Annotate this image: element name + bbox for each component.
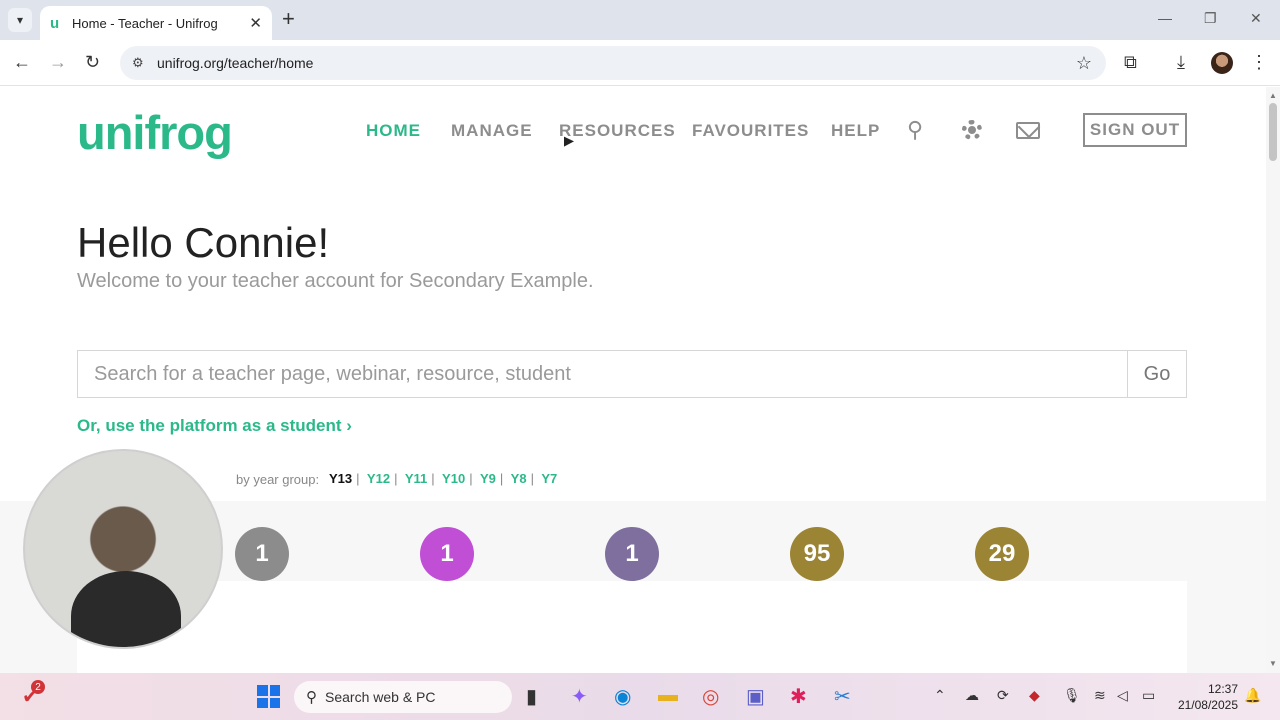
teams-icon[interactable]: ▣ — [746, 684, 765, 709]
profile-avatar[interactable] — [1211, 52, 1233, 74]
stat-circle[interactable]: 95 — [790, 527, 844, 581]
slack-icon[interactable]: ✱ — [790, 684, 807, 709]
year-y7[interactable]: Y7 — [541, 471, 557, 486]
start-button-icon[interactable] — [257, 685, 280, 708]
bookmark-star-icon[interactable]: ☆ — [1076, 53, 1092, 74]
address-bar[interactable]: ⚙ unifrog.org/teacher/home ☆ — [120, 46, 1106, 80]
scroll-down-icon[interactable]: ▼ — [1269, 659, 1277, 668]
back-icon[interactable]: ← — [13, 52, 31, 72]
unifrog-favicon-icon: u — [50, 14, 60, 32]
chrome-icon[interactable]: ◎ — [702, 684, 719, 709]
stat-circle[interactable]: 1 — [235, 527, 289, 581]
stats-card — [77, 581, 1187, 673]
onedrive-icon[interactable]: ☁ — [965, 687, 979, 704]
taskbar-search-label: Search web & PC — [325, 689, 436, 705]
year-y13[interactable]: Y13 — [329, 471, 352, 486]
nav-home[interactable]: HOME — [366, 121, 421, 141]
nav-resources[interactable]: RESOURCES — [559, 121, 676, 141]
tab-list-icon[interactable]: ▾ — [8, 8, 32, 32]
notification-bell-icon[interactable]: 🔔 — [1244, 687, 1261, 704]
sign-out-button[interactable]: SIGN OUT — [1083, 113, 1187, 147]
more-menu-icon[interactable]: ⋮ — [1250, 52, 1268, 73]
edge-icon[interactable]: ◉ — [614, 684, 631, 709]
nav-manage[interactable]: MANAGE — [451, 121, 533, 141]
reload-icon[interactable]: ↻ — [85, 52, 100, 72]
stat-circle[interactable]: 29 — [975, 527, 1029, 581]
volume-icon[interactable]: ◁ — [1117, 687, 1128, 704]
nav-help[interactable]: HELP — [831, 121, 880, 141]
browser-tab-bar: ▾ u Home - Teacher - Unifrog ✕ + — ❐ ✕ — [0, 0, 1280, 40]
year-y10[interactable]: Y10 — [442, 471, 465, 486]
page-greeting: Hello Connie! — [77, 219, 330, 266]
close-window-icon[interactable]: ✕ — [1250, 10, 1262, 27]
chevron-up-icon[interactable]: ⌃ — [934, 687, 946, 704]
taskbar-search[interactable]: ⚲ Search web & PC — [294, 681, 512, 713]
year-y8[interactable]: Y8 — [511, 471, 527, 486]
minimize-icon[interactable]: — — [1158, 10, 1172, 26]
mail-icon[interactable] — [1016, 122, 1040, 139]
year-group-filter: Y13 | Y12 | Y11 | Y10 | Y9 | Y8 | Y7 — [329, 471, 558, 486]
wifi-icon[interactable]: ≋ — [1094, 687, 1106, 704]
welcome-text: Welcome to your teacher account for Seco… — [77, 270, 594, 292]
new-tab-icon[interactable]: + — [282, 8, 295, 30]
file-explorer-icon[interactable]: ▬ — [658, 684, 678, 707]
webcam-overlay — [23, 449, 223, 649]
nav-favourites[interactable]: FAVOURITES — [692, 121, 809, 141]
stat-circle[interactable]: 1 — [605, 527, 659, 581]
copilot-icon[interactable]: ✦ — [571, 684, 588, 709]
taskview-icon[interactable]: ▮ — [526, 684, 537, 709]
browser-tab[interactable]: u Home - Teacher - Unifrog ✕ — [40, 6, 272, 40]
student-link-label: Or, use the platform as a student — [77, 416, 342, 435]
taskbar-clock[interactable]: 12:37 21/08/2025 — [1172, 681, 1238, 713]
clock-time: 12:37 — [1207, 682, 1238, 696]
download-icon[interactable]: ⤓ — [1177, 52, 1185, 73]
forward-icon[interactable]: → — [49, 52, 67, 72]
close-icon[interactable]: ✕ — [249, 14, 262, 32]
restore-icon[interactable]: ❐ — [1204, 10, 1217, 27]
browser-toolbar: ← → ↻ ⚙ unifrog.org/teacher/home ☆ ⧉ ⤓ ⋮ — [0, 40, 1280, 86]
notification-badge: 2 — [31, 680, 45, 694]
search-icon: ⚲ — [306, 689, 317, 706]
year-group-label: by year group: — [236, 472, 320, 487]
clock-date: 21/08/2025 — [1177, 698, 1238, 712]
dropbox-icon[interactable]: ◆ — [1029, 687, 1040, 704]
snipping-tool-icon[interactable]: ✂ — [834, 684, 851, 709]
year-y9[interactable]: Y9 — [480, 471, 496, 486]
windows-taskbar — [0, 673, 1280, 720]
go-button[interactable]: Go — [1127, 351, 1186, 397]
sync-icon[interactable]: ⟳ — [997, 687, 1009, 704]
stat-circle[interactable]: 1 — [420, 527, 474, 581]
year-y11[interactable]: Y11 — [405, 471, 427, 486]
chevron-right-icon: › — [346, 416, 352, 435]
microphone-icon[interactable]: 🎙 — [1063, 687, 1081, 704]
url-text: unifrog.org/teacher/home — [157, 55, 314, 71]
scroll-up-icon[interactable]: ▲ — [1269, 91, 1277, 100]
gear-icon[interactable] — [962, 120, 982, 140]
search-icon[interactable]: ⚲ — [907, 117, 923, 143]
battery-icon[interactable]: ▭ — [1142, 687, 1155, 704]
site-info-icon[interactable]: ⚙ — [132, 55, 157, 71]
year-y12[interactable]: Y12 — [367, 471, 390, 486]
page-scrollbar[interactable]: ▲ ▼ — [1266, 87, 1280, 673]
unifrog-logo[interactable]: unifrog — [77, 105, 233, 160]
scroll-thumb[interactable] — [1269, 103, 1277, 161]
site-search: Go — [77, 350, 1187, 398]
extensions-icon[interactable]: ⧉ — [1124, 52, 1137, 73]
tab-title: Home - Teacher - Unifrog — [72, 15, 218, 31]
student-mode-link[interactable]: Or, use the platform as a student › — [77, 416, 352, 436]
search-input[interactable] — [78, 351, 1127, 397]
